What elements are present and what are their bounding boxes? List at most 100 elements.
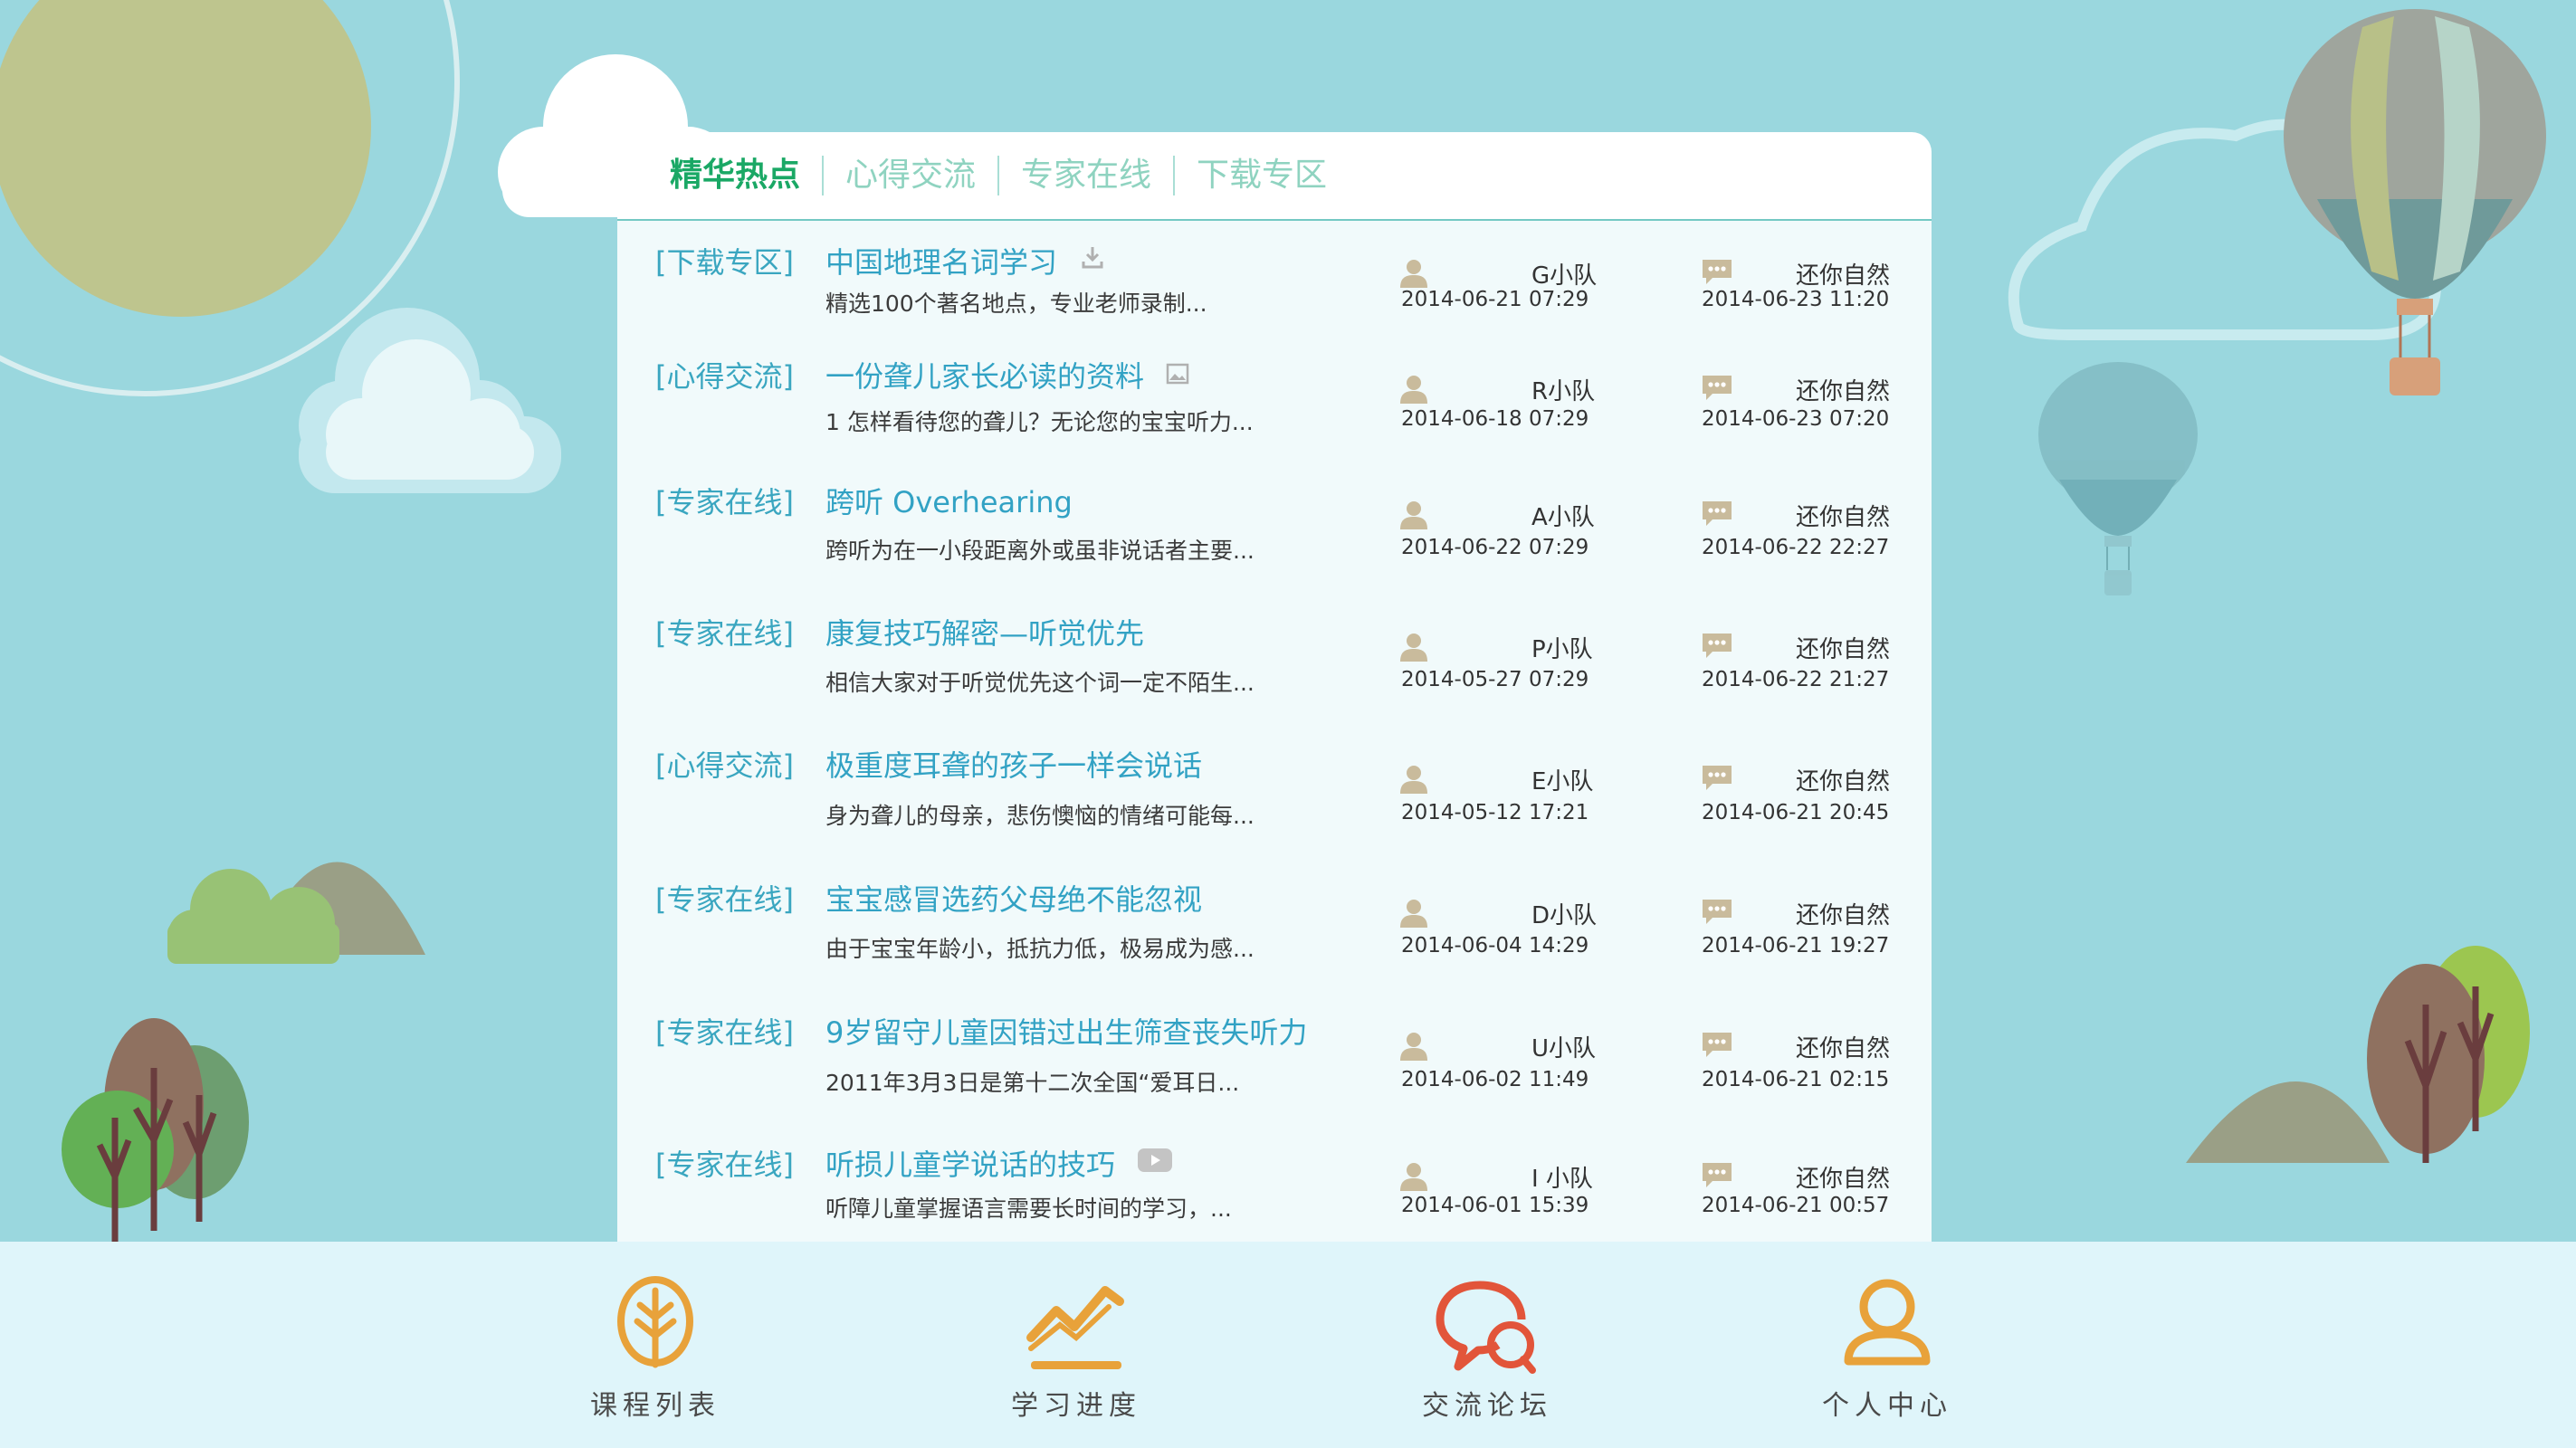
- post-title[interactable]: 听损儿童学说话的技巧: [825, 1142, 1173, 1184]
- tab-expert[interactable]: 专家在线: [999, 156, 1173, 195]
- post-title-text[interactable]: 宝宝感冒选药父母绝不能忽视: [825, 877, 1202, 919]
- trees-left: [62, 1018, 249, 1244]
- last-reply-date: 2014-06-21 00:57: [1702, 1194, 1890, 1217]
- post-title-text[interactable]: 跨听 Overhearing: [825, 480, 1073, 521]
- video-icon: [1137, 1146, 1173, 1180]
- bottom-nav: 课程列表 学习进度 交流论坛 个人中心: [0, 1242, 2576, 1448]
- last-reply-date: 2014-06-23 07:20: [1702, 407, 1890, 431]
- nav-personal-center[interactable]: 个人中心: [1770, 1242, 2005, 1448]
- post-author-team[interactable]: A小队: [1531, 499, 1595, 532]
- sun-shape: [0, 0, 371, 317]
- post-row[interactable]: [心得交流] 一份聋儿家长必读的资料 1 怎样看待您的聋儿？无论您的宝宝听力... R…: [617, 333, 1932, 459]
- post-summary: 相信大家对于听觉优先这个词一定不陌生...: [825, 670, 1255, 696]
- post-author-team[interactable]: D小队: [1531, 897, 1597, 930]
- post-category[interactable]: [心得交流]: [655, 354, 794, 395]
- trees-right: [2367, 946, 2530, 1163]
- reply-icon: [1700, 257, 1734, 290]
- nav-label: 个人中心: [1822, 1390, 1952, 1422]
- post-author-team[interactable]: P小队: [1531, 631, 1593, 664]
- post-date: 2014-05-12 17:21: [1401, 801, 1589, 824]
- post-title-text[interactable]: 中国地理名词学习: [825, 240, 1057, 281]
- post-summary: 精选100个著名地点，专业老师录制...: [825, 291, 1207, 317]
- nav-course-list[interactable]: 课程列表: [538, 1242, 773, 1448]
- post-title[interactable]: 中国地理名词学习: [825, 240, 1106, 281]
- post-title[interactable]: 康复技巧解密—听觉优先: [825, 611, 1144, 653]
- post-title[interactable]: 极重度耳聋的孩子一样会说话: [825, 743, 1202, 785]
- post-row[interactable]: [专家在线] 9岁留守儿童因错过出生筛查丧失听力 2011年3月3日是第十二次全国“…: [617, 987, 1932, 1123]
- reply-icon: [1700, 631, 1734, 663]
- post-category[interactable]: [专家在线]: [655, 1010, 794, 1052]
- post-summary: 跨听为在一小段距离外或虽非说话者主要...: [825, 538, 1255, 564]
- post-date: 2014-05-27 07:29: [1401, 668, 1589, 691]
- post-summary: 身为聋儿的母亲，悲伤懊恼的情绪可能每...: [825, 803, 1255, 829]
- reply-icon: [1700, 763, 1734, 795]
- post-date: 2014-06-02 11:49: [1401, 1068, 1589, 1091]
- post-row[interactable]: [心得交流] 极重度耳聋的孩子一样会说话身为聋儿的母亲，悲伤懊恼的情绪可能每...…: [617, 720, 1932, 856]
- post-row[interactable]: [下载专区] 中国地理名词学习精选100个著名地点，专业老师录制... G小队 201…: [617, 221, 1932, 335]
- last-reply-date: 2014-06-22 21:27: [1702, 668, 1890, 691]
- progress-chart-icon: [1026, 1286, 1124, 1369]
- post-title[interactable]: 宝宝感冒选药父母绝不能忽视: [825, 877, 1202, 919]
- last-reply-date: 2014-06-21 02:15: [1702, 1068, 1890, 1091]
- post-author-team[interactable]: G小队: [1531, 257, 1597, 291]
- tab-bar: 精华热点 心得交流 专家在线 下载专区: [617, 132, 1932, 221]
- post-title-text[interactable]: 9岁留守儿童因错过出生筛查丧失听力: [825, 1010, 1307, 1052]
- post-row[interactable]: [专家在线] 听损儿童学说话的技巧听障儿童掌握语言需要长时间的学习，... I 小队…: [617, 1121, 1932, 1242]
- forum-panel: 精华热点 心得交流 专家在线 下载专区 [下载专区] 中国地理名词学习精选100个…: [617, 132, 1932, 1242]
- last-replier[interactable]: 还你自然: [1796, 763, 1890, 796]
- post-date: 2014-06-21 07:29: [1401, 288, 1589, 311]
- post-author-team[interactable]: E小队: [1531, 763, 1593, 796]
- last-replier[interactable]: 还你自然: [1796, 373, 1890, 406]
- post-title[interactable]: 跨听 Overhearing: [825, 480, 1073, 521]
- last-replier[interactable]: 还你自然: [1796, 257, 1890, 291]
- last-replier[interactable]: 还你自然: [1796, 1030, 1890, 1063]
- post-title-text[interactable]: 一份聋儿家长必读的资料: [825, 354, 1144, 395]
- post-author-team[interactable]: R小队: [1531, 373, 1595, 406]
- reply-icon: [1700, 1030, 1734, 1062]
- post-title-text[interactable]: 康复技巧解密—听觉优先: [825, 611, 1144, 653]
- post-date: 2014-06-04 14:29: [1401, 934, 1589, 957]
- post-category[interactable]: [专家在线]: [655, 480, 794, 521]
- post-summary: 由于宝宝年龄小，抵抗力低，极易成为感...: [825, 936, 1255, 962]
- nav-label: 交流论坛: [1422, 1390, 1552, 1422]
- user-icon: [1398, 499, 1430, 535]
- nav-label: 课程列表: [590, 1390, 720, 1422]
- tab-featured[interactable]: 精华热点: [670, 156, 822, 195]
- reply-icon: [1700, 1160, 1734, 1193]
- last-replier[interactable]: 还你自然: [1796, 631, 1890, 664]
- user-icon: [1398, 1160, 1430, 1196]
- post-date: 2014-06-22 07:29: [1401, 536, 1589, 559]
- nav-forum[interactable]: 交流论坛: [1369, 1242, 1605, 1448]
- person-icon: [1844, 1279, 1931, 1366]
- reply-icon: [1700, 897, 1734, 929]
- post-summary: 听障儿童掌握语言需要长时间的学习，...: [825, 1196, 1232, 1222]
- post-row[interactable]: [专家在线] 宝宝感冒选药父母绝不能忽视由于宝宝年龄小，抵抗力低，极易成为感...…: [617, 854, 1932, 989]
- user-icon: [1398, 631, 1430, 667]
- tab-download[interactable]: 下载专区: [1175, 156, 1349, 195]
- post-title-text[interactable]: 极重度耳聋的孩子一样会说话: [825, 743, 1202, 785]
- post-summary: 1 怎样看待您的聋儿？无论您的宝宝听力...: [825, 409, 1254, 435]
- post-row[interactable]: [专家在线] 跨听 Overhearing 跨听为在一小段距离外或虽非说话者主要..…: [617, 457, 1932, 590]
- post-category[interactable]: [心得交流]: [655, 743, 794, 785]
- last-replier[interactable]: 还你自然: [1796, 1160, 1890, 1194]
- post-title[interactable]: 一份聋儿家长必读的资料: [825, 354, 1189, 395]
- post-title-text[interactable]: 听损儿童学说话的技巧: [825, 1142, 1115, 1184]
- post-author-team[interactable]: I 小队: [1531, 1160, 1593, 1194]
- reply-icon: [1700, 499, 1734, 531]
- post-title[interactable]: 9岁留守儿童因错过出生筛查丧失听力: [825, 1010, 1307, 1052]
- last-replier[interactable]: 还你自然: [1796, 499, 1890, 532]
- post-category[interactable]: [下载专区]: [655, 240, 794, 281]
- post-category[interactable]: [专家在线]: [655, 1142, 794, 1184]
- post-date: 2014-06-01 15:39: [1401, 1194, 1589, 1217]
- post-category[interactable]: [专家在线]: [655, 611, 794, 653]
- post-category[interactable]: [专家在线]: [655, 877, 794, 919]
- reply-icon: [1700, 373, 1734, 405]
- post-row[interactable]: [专家在线] 康复技巧解密—听觉优先相信大家对于听觉优先这个词一定不陌生... P小…: [617, 588, 1932, 722]
- nav-study-progress[interactable]: 学习进度: [959, 1242, 1194, 1448]
- leaf-icon: [617, 1276, 693, 1368]
- post-author-team[interactable]: U小队: [1531, 1030, 1596, 1063]
- user-icon: [1398, 897, 1430, 933]
- last-replier[interactable]: 还你自然: [1796, 897, 1890, 930]
- tab-experience[interactable]: 心得交流: [824, 156, 997, 195]
- download-icon: [1079, 243, 1106, 278]
